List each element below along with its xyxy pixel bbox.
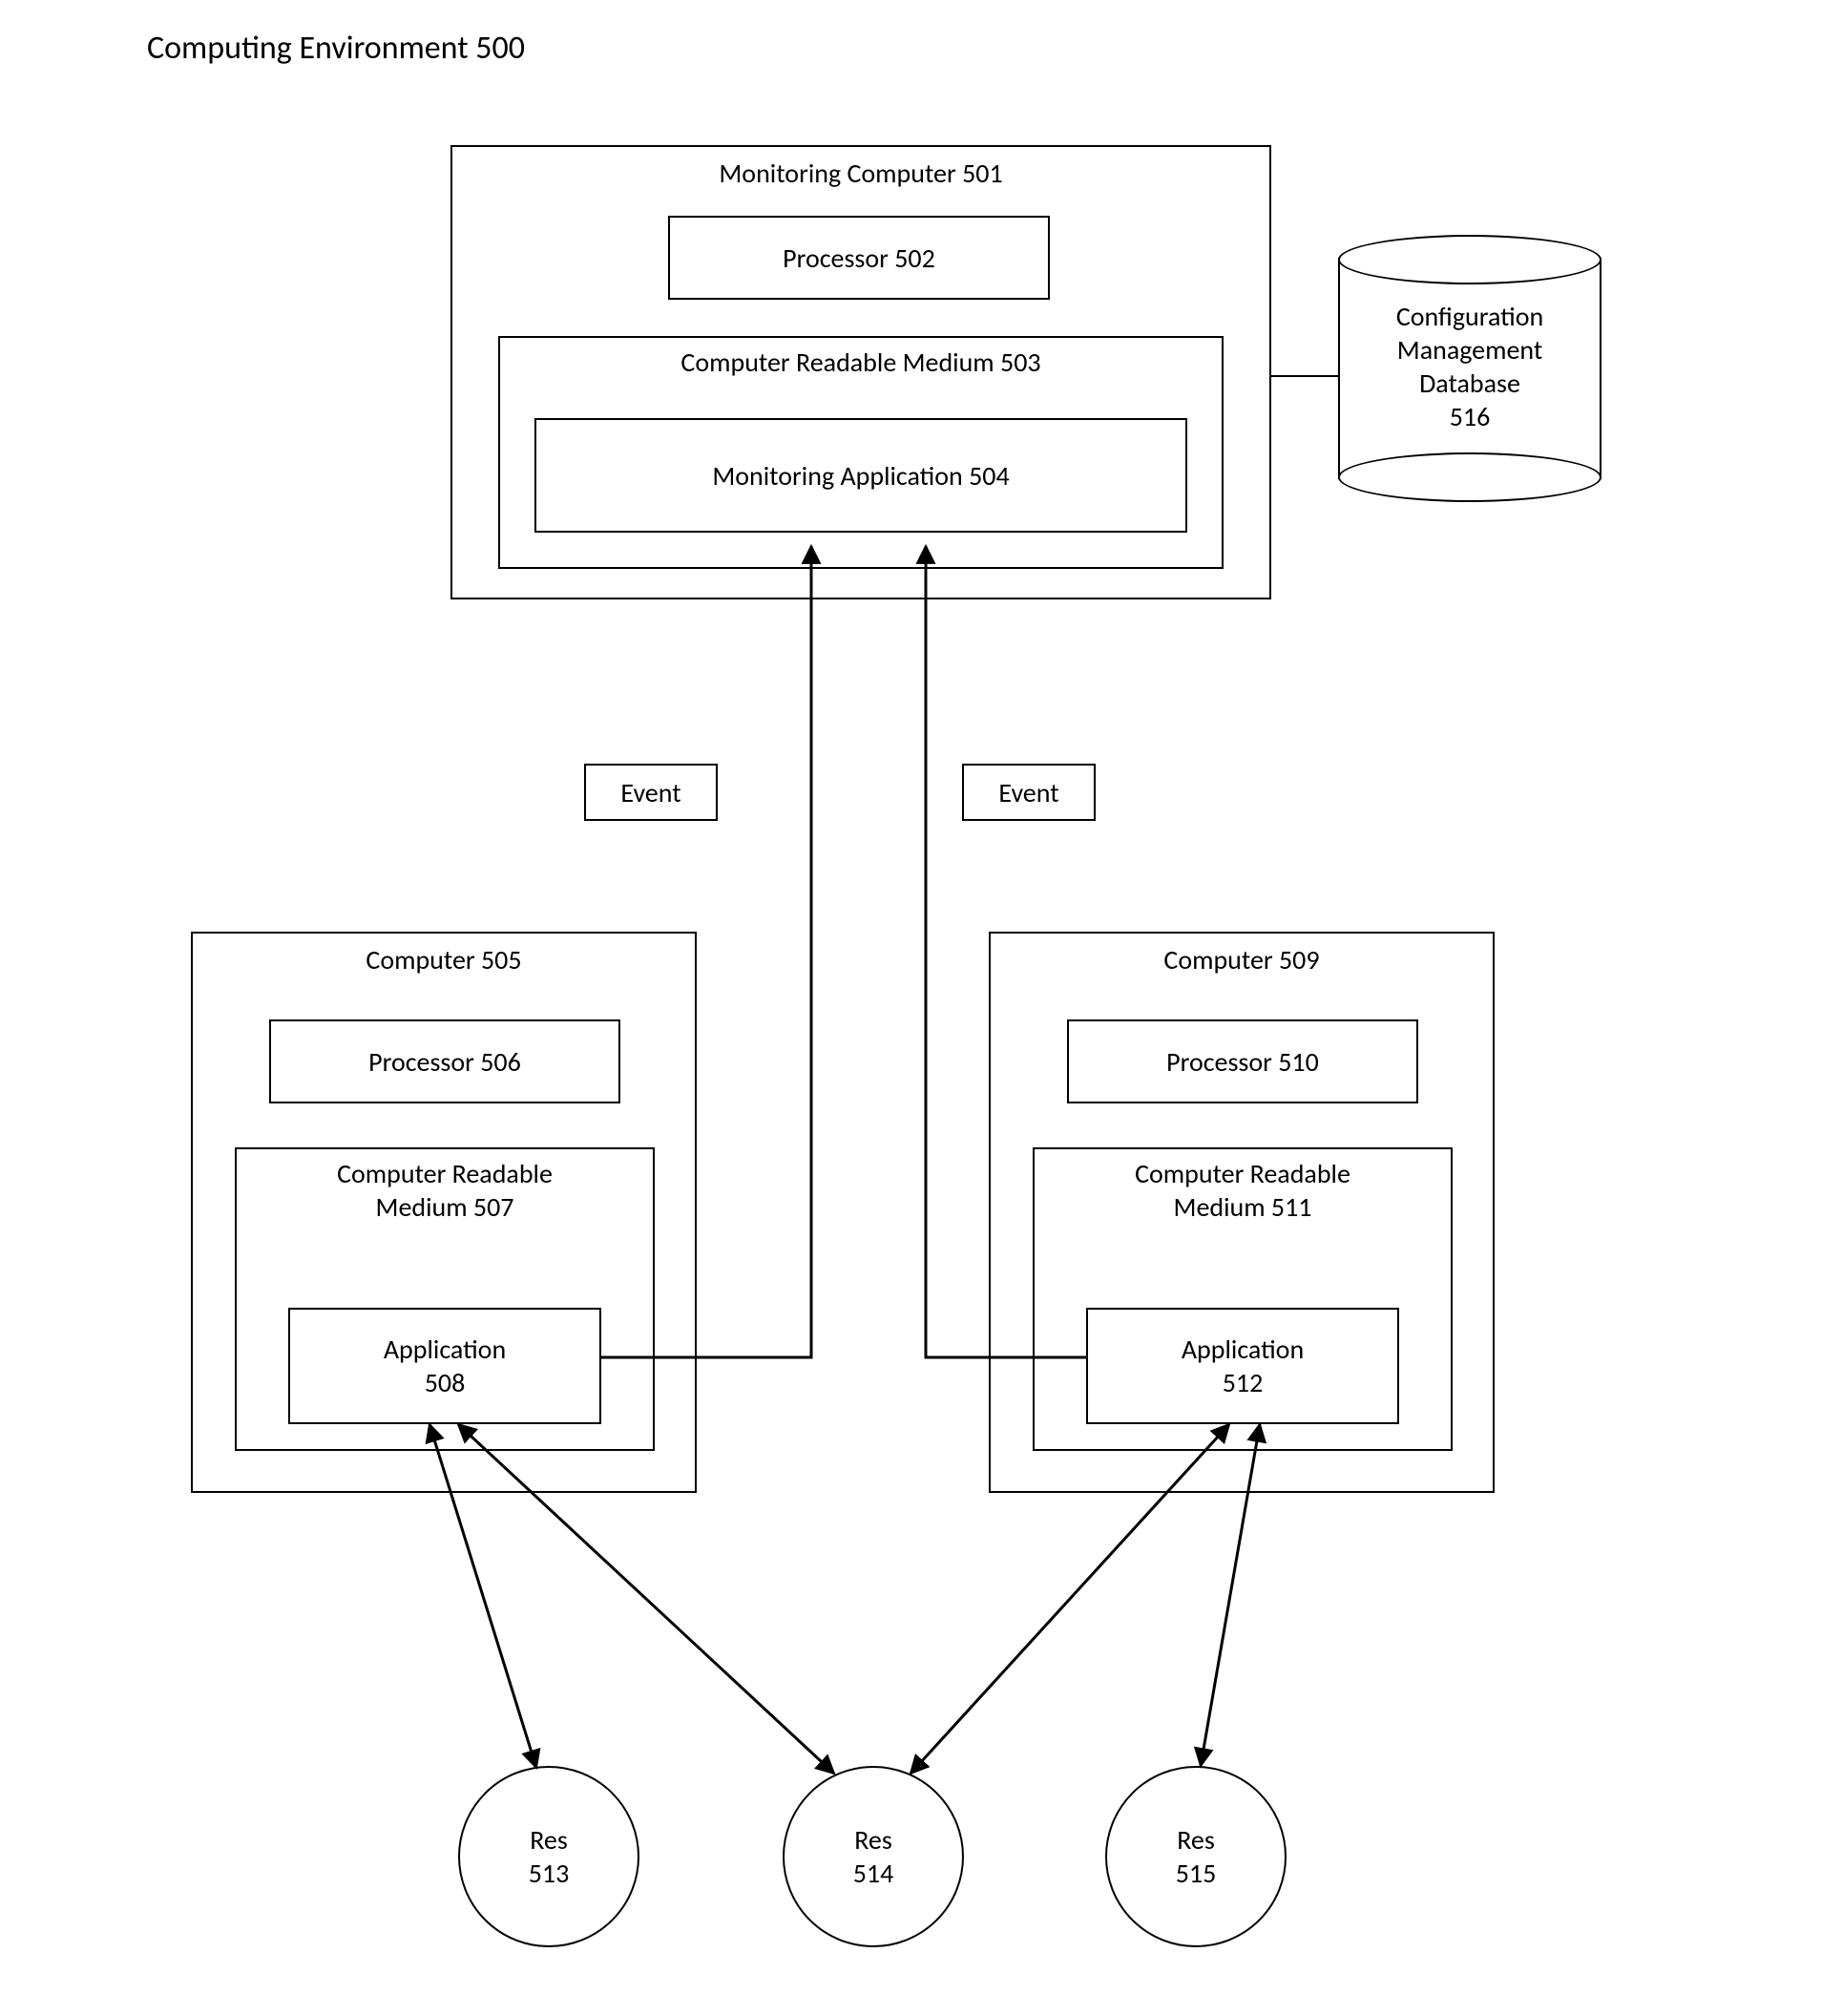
res-514-label: Res 514	[853, 1823, 894, 1890]
crm-503-label: Computer Readable Medium 503	[680, 346, 1040, 379]
processor-510-label: Processor 510	[1166, 1045, 1319, 1079]
monitoring-computer-title: Monitoring Computer 501	[719, 157, 1002, 190]
app-508-label: Application 508	[384, 1333, 506, 1399]
processor-510-box: Processor 510	[1067, 1019, 1418, 1103]
processor-506-box: Processor 506	[269, 1019, 620, 1103]
event-right-box: Event	[962, 764, 1096, 821]
diagram-title: Computing Environment 500	[147, 29, 525, 68]
res-514-circle: Res 514	[783, 1766, 964, 1947]
res-515-label: Res 515	[1176, 1823, 1217, 1890]
processor-502-box: Processor 502	[668, 216, 1050, 300]
monitoring-app-504-box: Monitoring Application 504	[534, 418, 1187, 533]
crm-507-label: Computer Readable Medium 507	[337, 1157, 553, 1224]
res-513-circle: Res 513	[458, 1766, 639, 1947]
processor-506-label: Processor 506	[368, 1045, 521, 1079]
monitoring-app-504-label: Monitoring Application 504	[712, 459, 1009, 493]
res-513-label: Res 513	[529, 1823, 570, 1890]
app-512-box: Application 512	[1086, 1308, 1399, 1424]
crm-511-label: Computer Readable Medium 511	[1135, 1157, 1350, 1224]
diagram-canvas: Computing Environment 500 Monitoring Com…	[0, 0, 1821, 2016]
event-left-label: Event	[620, 776, 680, 809]
app-512-label: Application 512	[1182, 1333, 1304, 1399]
computer-505-title: Computer 505	[366, 943, 521, 976]
computer-509-title: Computer 509	[1163, 943, 1319, 976]
processor-502-label: Processor 502	[783, 242, 935, 275]
res-515-circle: Res 515	[1105, 1766, 1287, 1947]
event-right-label: Event	[998, 776, 1058, 809]
app-508-box: Application 508	[288, 1308, 601, 1424]
event-left-box: Event	[584, 764, 718, 821]
config-db-cylinder: Configuration Management Database 516	[1338, 235, 1601, 502]
config-db-label: Configuration Management Database 516	[1338, 300, 1601, 433]
